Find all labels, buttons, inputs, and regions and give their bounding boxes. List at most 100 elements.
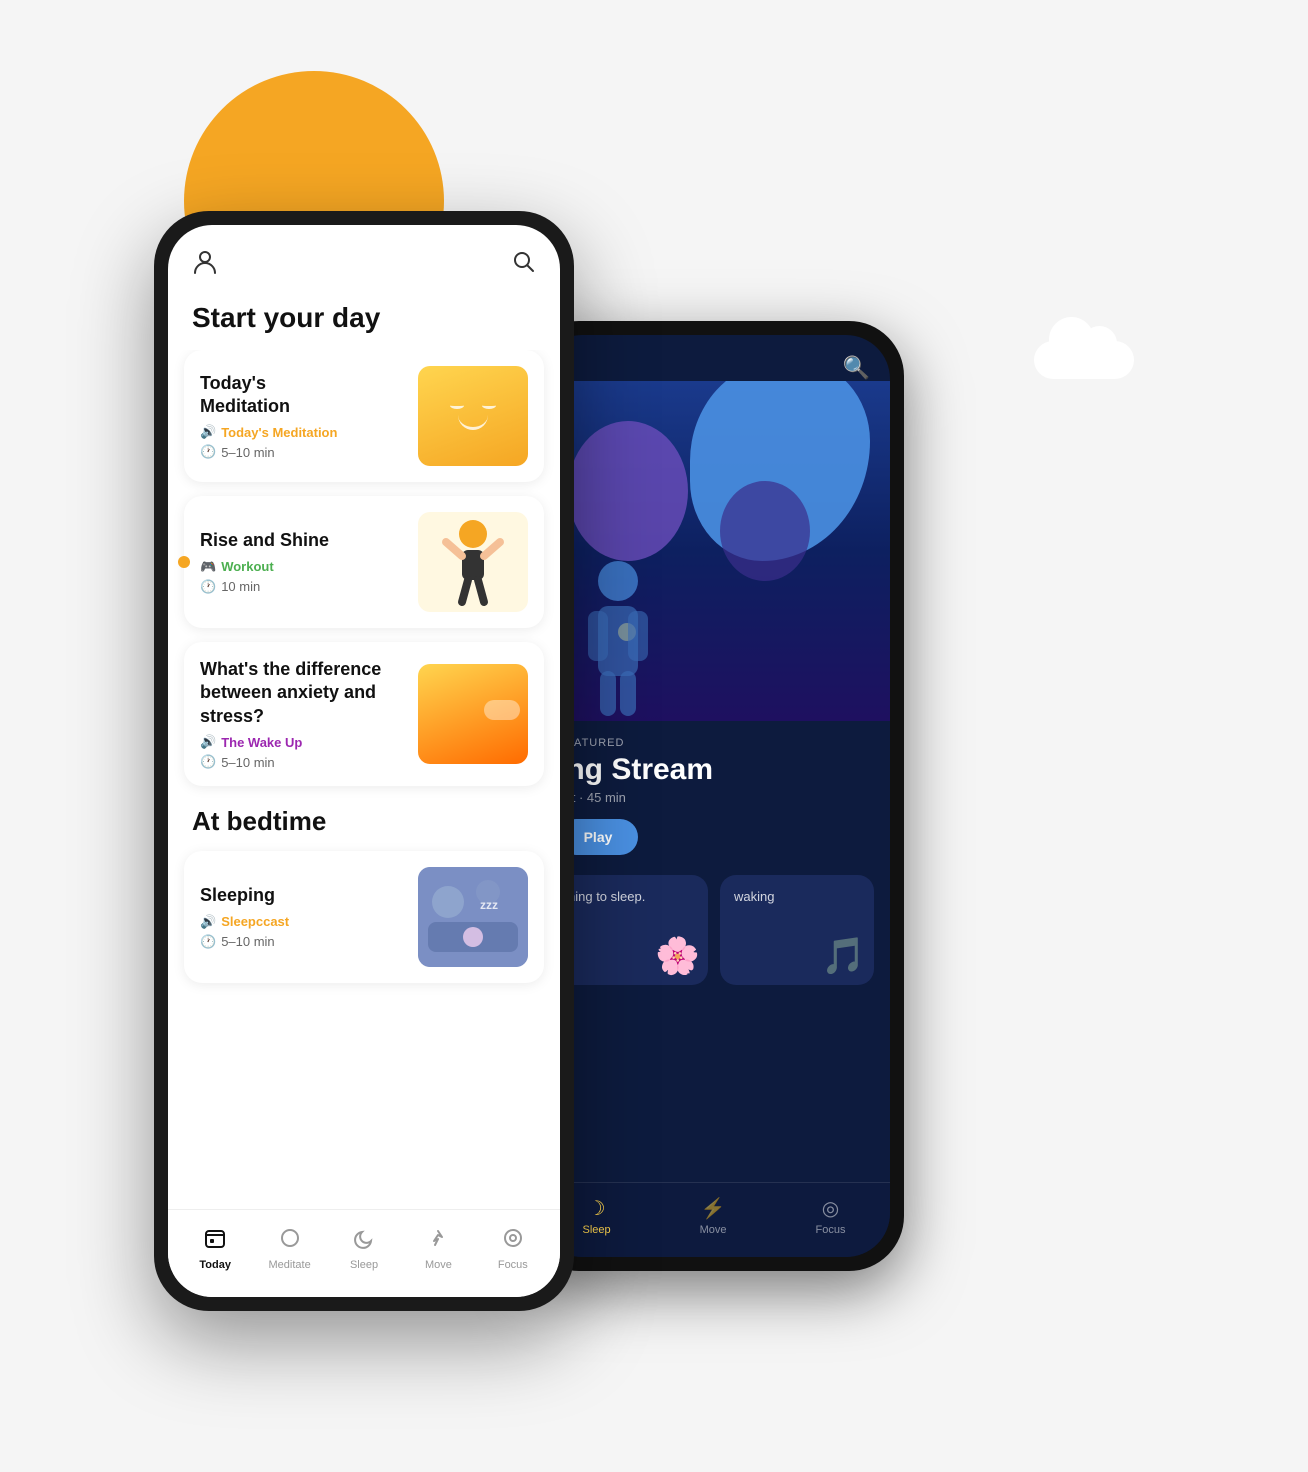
- back-sleep-card-1-icon: 🌸: [655, 935, 700, 977]
- med-eye-right: [482, 402, 496, 409]
- bottom-nav: Today Meditate Sleep: [168, 1209, 560, 1297]
- anxiety-category-icon: 🔊: [200, 734, 216, 750]
- back-nav-move-label: Move: [700, 1224, 727, 1236]
- cloud-right: [1034, 341, 1134, 379]
- anxiety-clock-icon: 🕐: [200, 754, 216, 770]
- phone-back-shell: 🔍: [524, 321, 904, 1271]
- back-search-icon[interactable]: 🔍: [843, 355, 870, 381]
- content-scroll: Today'sMeditation 🔊 Today's Meditation 🕐…: [168, 350, 560, 1242]
- anxiety-card-category: 🔊 The Wake Up: [200, 734, 406, 750]
- med-smile: [458, 415, 488, 430]
- hero-blob3: [720, 481, 810, 581]
- anxiety-duration-text: 5–10 min: [221, 755, 274, 770]
- nav-sleep-icon: [353, 1227, 375, 1255]
- nav-meditate-icon: [279, 1227, 301, 1255]
- workout-clock-icon: 🕐: [200, 579, 216, 595]
- back-sleep-card-2-icon: 🎵: [821, 935, 866, 977]
- back-nav-move-icon: ⚡: [701, 1196, 726, 1221]
- scene: 🔍: [104, 61, 1204, 1411]
- back-screen-content: 🔍: [538, 335, 890, 1257]
- anxiety-card[interactable]: What's the difference between anxiety an…: [184, 642, 544, 786]
- meditation-duration-text: 5–10 min: [221, 445, 274, 460]
- sleeping-category-icon: 🔊: [200, 914, 216, 930]
- sleeping-card-duration: 🕐 5–10 min: [200, 934, 406, 950]
- hero-blob2: [568, 421, 688, 561]
- workout-card-image: [418, 512, 528, 612]
- back-nav-sleep-icon: ☽: [588, 1196, 606, 1221]
- anxiety-card-duration: 🕐 5–10 min: [200, 754, 406, 770]
- workout-category-icon: 🎮: [200, 559, 216, 575]
- meditation-category-icon: 🔊: [200, 424, 216, 440]
- nav-meditate[interactable]: Meditate: [252, 1227, 326, 1271]
- back-sleep-card-1[interactable]: ning to sleep. 🌸: [554, 875, 708, 985]
- sleeping-card-image: zzz: [418, 867, 528, 967]
- nav-focus-label: Focus: [498, 1259, 528, 1271]
- nav-sleep[interactable]: Sleep: [327, 1227, 401, 1271]
- anxiety-card-title: What's the difference between anxiety an…: [200, 658, 406, 728]
- meditation-card-wrapper: Today'sMeditation 🔊 Today's Meditation 🕐…: [184, 350, 544, 482]
- meditation-clock-icon: 🕐: [200, 444, 216, 460]
- back-nav-focus-label: Focus: [816, 1224, 846, 1236]
- workout-card-title: Rise and Shine: [200, 529, 406, 552]
- meditation-face: [450, 402, 496, 430]
- meditation-card[interactable]: Today'sMeditation 🔊 Today's Meditation 🕐…: [184, 350, 544, 482]
- meditation-card-image: [418, 366, 528, 466]
- meditation-card-category: 🔊 Today's Meditation: [200, 424, 406, 440]
- meditation-category-label: Today's Meditation: [221, 425, 337, 440]
- hero-figure: [558, 561, 678, 721]
- anxiety-pill: [484, 700, 520, 720]
- orange-dot: [178, 556, 190, 568]
- cloud-shape-right: [1034, 341, 1134, 379]
- nav-meditate-label: Meditate: [269, 1259, 311, 1271]
- nav-today-icon: [204, 1227, 226, 1255]
- phone-back-screen: 🔍: [538, 335, 890, 1257]
- workout-category-label: Workout: [221, 559, 273, 574]
- med-eye-left: [450, 402, 464, 409]
- back-hero: [538, 381, 890, 721]
- med-eyes: [450, 402, 496, 409]
- nav-focus[interactable]: Focus: [476, 1227, 550, 1271]
- nav-today[interactable]: Today: [178, 1227, 252, 1271]
- nav-focus-icon: [502, 1227, 524, 1255]
- meditation-card-duration: 🕐 5–10 min: [200, 444, 406, 460]
- back-nav-move[interactable]: ⚡ Move: [700, 1196, 727, 1236]
- back-featured-sub: ast · 45 min: [538, 790, 890, 819]
- sleeping-card-wrapper: Sleeping 🔊 Sleepccast 🕐 5–10 min: [184, 851, 544, 983]
- sleeping-category-label: Sleepccast: [221, 914, 289, 929]
- anxiety-card-wrapper: What's the difference between anxiety an…: [184, 642, 544, 786]
- meditation-card-title: Today'sMeditation: [200, 372, 406, 419]
- anxiety-card-image: [418, 664, 528, 764]
- svg-text:zzz: zzz: [480, 898, 498, 912]
- section-title-bedtime: At bedtime: [184, 800, 544, 851]
- front-header: [168, 225, 560, 292]
- search-icon[interactable]: [512, 250, 536, 281]
- workout-card-info: Rise and Shine 🎮 Workout 🕐 10 min: [200, 529, 418, 594]
- back-nav-focus-icon: ◎: [822, 1196, 839, 1221]
- back-sleep-card-2-text: waking: [734, 889, 834, 906]
- sleeping-card-category: 🔊 Sleepccast: [200, 914, 406, 930]
- nav-move-label: Move: [425, 1259, 452, 1271]
- phone-front-shell: Start your day Today'sMeditation 🔊 Today…: [154, 211, 574, 1311]
- back-featured-title: ing Stream: [538, 753, 890, 790]
- workout-duration-text: 10 min: [221, 579, 260, 594]
- nav-move[interactable]: Move: [401, 1227, 475, 1271]
- back-bottom-nav: ☽ Sleep ⚡ Move ◎ Focus: [538, 1182, 890, 1257]
- section-title-start: Start your day: [168, 292, 560, 350]
- sleeping-card-info: Sleeping 🔊 Sleepccast 🕐 5–10 min: [200, 884, 418, 949]
- back-nav-focus[interactable]: ◎ Focus: [816, 1196, 846, 1236]
- meditation-card-info: Today'sMeditation 🔊 Today's Meditation 🕐…: [200, 372, 418, 461]
- back-sleep-card-2[interactable]: waking 🎵: [720, 875, 874, 985]
- nav-sleep-label: Sleep: [350, 1259, 378, 1271]
- back-nav-sleep[interactable]: ☽ Sleep: [582, 1196, 610, 1236]
- nav-today-label: Today: [199, 1259, 231, 1271]
- back-nav-sleep-label: Sleep: [582, 1224, 610, 1236]
- sleeping-card[interactable]: Sleeping 🔊 Sleepccast 🕐 5–10 min: [184, 851, 544, 983]
- back-header: 🔍: [538, 355, 890, 381]
- workout-card[interactable]: Rise and Shine 🎮 Workout 🕐 10 min: [184, 496, 544, 628]
- phone-back: 🔍: [524, 321, 904, 1271]
- back-sleep-card-1-text: ning to sleep.: [568, 889, 668, 906]
- person-icon[interactable]: [192, 249, 218, 282]
- back-cards-area: ning to sleep. 🌸 waking 🎵: [538, 855, 890, 985]
- back-featured-label: Featured: [538, 721, 890, 753]
- workout-card-category: 🎮 Workout: [200, 559, 406, 575]
